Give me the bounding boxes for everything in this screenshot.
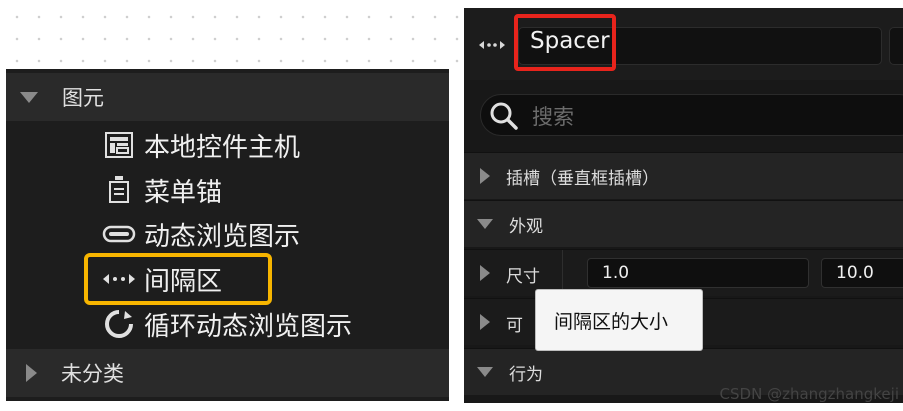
palette-item-native-widget-host[interactable]: 本地控件主机	[102, 123, 300, 167]
throbber-icon	[102, 309, 136, 339]
property-label: 可	[506, 316, 523, 336]
expand-arrow-icon[interactable]	[480, 314, 490, 330]
palette-item-throbber[interactable]: 循环动态浏览图示	[102, 302, 352, 346]
section-slot[interactable]: 插槽（垂直框插槽）	[464, 152, 903, 199]
is-variable-field[interactable]	[889, 27, 903, 65]
search-placeholder: 搜索	[532, 105, 574, 129]
search-icon	[488, 101, 520, 135]
tooltip-text: 间隔区的大小	[554, 310, 669, 333]
palette-item-menu-anchor[interactable]: 菜单锚	[102, 168, 222, 212]
category-primitives[interactable]: 图元	[6, 73, 449, 121]
canvas-dot-grid	[0, 0, 460, 68]
section-appearance[interactable]: 外观	[464, 200, 903, 247]
details-header: Spacer	[464, 8, 903, 80]
category-uncategorized[interactable]: 未分类	[6, 349, 449, 397]
highlight-box-red	[514, 14, 616, 71]
expand-arrow-icon[interactable]	[480, 265, 490, 281]
expand-arrow-icon[interactable]	[20, 91, 38, 103]
menu-anchor-icon	[102, 175, 136, 205]
category-label: 未分类	[61, 362, 124, 386]
collapse-arrow-icon[interactable]	[26, 364, 37, 382]
palette-item-label: 循环动态浏览图示	[144, 311, 353, 342]
palette-item-label: 菜单锚	[144, 177, 223, 208]
palette-item-dynamic-entry-box[interactable]: 动态浏览图示	[102, 212, 300, 256]
section-label: 外观	[509, 216, 543, 237]
size-y-value: 10.0	[836, 263, 874, 283]
palette-item-label: 本地控件主机	[144, 132, 301, 163]
expand-arrow-icon[interactable]	[480, 168, 490, 184]
section-label: 行为	[509, 364, 543, 385]
collapse-arrow-icon[interactable]	[477, 219, 493, 229]
property-label: 尺寸	[506, 267, 540, 287]
palette-panel: 图元 本地控件主机 菜单锚 动态浏览图示 间隔区 循环动态浏览图示 未分类	[6, 69, 449, 401]
size-x-value: 1.0	[602, 263, 630, 283]
collapse-arrow-icon[interactable]	[477, 367, 493, 377]
size-tooltip: 间隔区的大小	[535, 289, 703, 351]
watermark: CSDN @zhangzhangkeji	[719, 385, 899, 403]
dynamic-entry-box-icon	[102, 219, 136, 249]
highlight-box-yellow	[84, 253, 272, 305]
spacer-icon	[478, 37, 506, 56]
palette-item-label: 动态浏览图示	[144, 221, 301, 252]
section-label: 插槽（垂直框插槽）	[506, 168, 659, 189]
size-x-input[interactable]: 1.0	[587, 258, 809, 288]
size-y-input[interactable]: 10.0	[821, 258, 903, 288]
native-widget-host-icon	[102, 130, 136, 160]
category-label: 图元	[62, 86, 104, 110]
